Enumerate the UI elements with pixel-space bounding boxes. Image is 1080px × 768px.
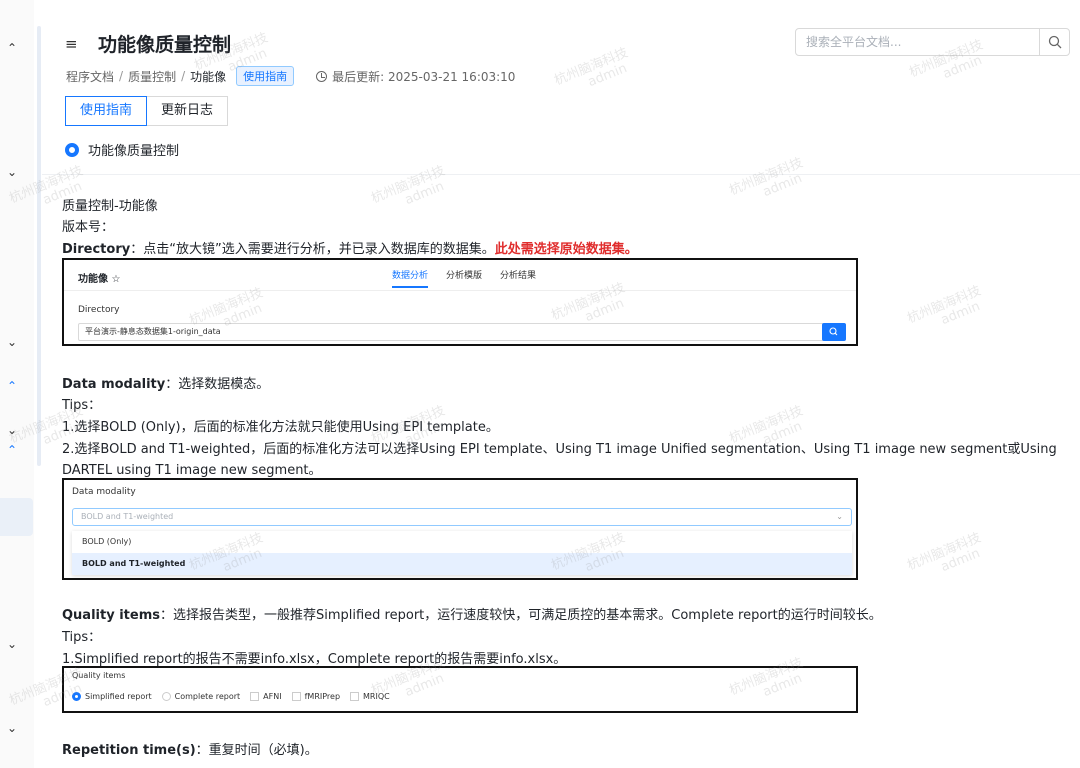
modality-screenshot: Data modality BOLD and T1-weighted ⌄ BOL… [62, 478, 858, 580]
shot-field-label: Directory [78, 305, 120, 315]
chevron-up-icon[interactable]: ⌃ [5, 380, 19, 392]
watermark: 杭州脑海科技 admin [369, 163, 448, 209]
last-updated-text: 最后更新: 2025-03-21 16:03:10 [332, 69, 516, 84]
shot-search-button [822, 323, 846, 341]
shot-title: 功能像 ☆ [78, 274, 121, 285]
modality-desc: ：选择数据模态。 [165, 377, 270, 392]
tab-changelog[interactable]: 更新日志 [147, 96, 229, 126]
doc-tabs: 使用指南 更新日志 [65, 96, 229, 126]
tip-line: 1.选择BOLD (Only)，后面的标准化方法就只能使用Using EPI t… [62, 420, 499, 435]
chevron-down-icon[interactable]: ⌄ [5, 638, 19, 650]
shot-dropdown: BOLD (Only) BOLD and T1-weighted [72, 531, 852, 575]
checkbox-icon [250, 692, 260, 701]
watermark: 杭州脑海科技 admin [905, 283, 984, 329]
shot-check-label: MRIQC [363, 692, 390, 701]
tips-label: Tips： [62, 398, 102, 413]
breadcrumb: 程序文档 / 质量控制 / 功能像 使用指南 最后更新: 2025-03-21 … [66, 66, 515, 86]
rail-selected-item[interactable] [0, 498, 33, 536]
repetition-term: Repetition time(s) [62, 743, 196, 758]
shot-option-selected: BOLD and T1-weighted [72, 553, 852, 575]
shot-tab-analysis: 数据分析 [392, 268, 429, 288]
radio-checked-icon [65, 142, 79, 157]
rail-scroll-track [37, 26, 41, 466]
tip-line: 1.Simplified report的报告不需要info.xlsx，Compl… [62, 652, 567, 667]
search-input[interactable] [796, 29, 1040, 55]
section-anchor[interactable]: 功能像质量控制 [65, 140, 179, 159]
chevron-up-icon[interactable]: ⌃ [5, 444, 19, 456]
shot-check-label: fMRIPrep [304, 692, 341, 701]
chevron-down-icon[interactable]: ⌄ [5, 336, 19, 348]
quality-screenshot: Quality items Simplified report Complete… [62, 666, 858, 713]
chevron-down-icon[interactable]: ⌄ [5, 424, 19, 436]
quality-term: Quality items [62, 608, 160, 623]
star-icon: ☆ [111, 274, 121, 285]
shot-field-label: Quality items [72, 671, 126, 680]
chevron-down-icon: ⌄ [836, 512, 843, 521]
tip-line: DARTEL using T1 image new segment。 [62, 463, 322, 478]
guide-badge: 使用指南 [236, 66, 295, 86]
search-icon [829, 327, 838, 336]
chevron-down-icon[interactable]: ⌄ [5, 166, 19, 178]
shot-tab-template: 分析模版 [446, 271, 483, 281]
modality-paragraph: Data modality：选择数据模态。 [62, 373, 269, 392]
page-title: 功能像质量控制 [98, 34, 232, 56]
watermark: 杭州脑海科技 admin [905, 530, 984, 576]
shot-check-label: AFNI [263, 692, 282, 701]
section-anchor-label: 功能像质量控制 [88, 144, 180, 159]
directory-warning: 此处需选择原始数据集。 [494, 242, 638, 257]
breadcrumb-current: 功能像 [190, 69, 227, 84]
directory-screenshot: 功能像 ☆ 数据分析 分析模版 分析结果 Directory 平台演示-静息态数… [62, 258, 858, 346]
repetition-paragraph: Repetition time(s)：重复时间（必填)。 [62, 739, 318, 758]
directory-desc: ：点击“放大镜”选入需要进行分析，并已录入数据库的数据集。 [130, 242, 495, 257]
tip-line: 2.选择BOLD and T1-weighted，后面的标准化方法可以选择Usi… [62, 442, 1057, 457]
watermark: 杭州脑海科技 admin [552, 45, 631, 91]
search-icon [1048, 35, 1061, 49]
shot-field-label: Data modality [72, 487, 136, 497]
breadcrumb-separator: / [181, 69, 186, 83]
radio-checked-icon [72, 692, 81, 701]
breadcrumb-item[interactable]: 质量控制 [128, 68, 176, 85]
shot-tab-results: 分析结果 [500, 271, 537, 281]
chevron-up-icon[interactable]: ⌃ [5, 42, 19, 54]
shot-select: BOLD and T1-weighted ⌄ [72, 508, 852, 526]
checkbox-icon [350, 692, 360, 701]
shot-tabs: 数据分析 分析模版 分析结果 [392, 268, 536, 288]
clock-icon [316, 70, 328, 82]
tips-label: Tips： [62, 630, 102, 645]
tab-guide[interactable]: 使用指南 [65, 96, 148, 126]
shot-divider [64, 290, 856, 291]
shot-radio-label: Simplified report [85, 692, 152, 701]
last-updated: 最后更新: 2025-03-21 16:03:10 [316, 68, 515, 85]
breadcrumb-item[interactable]: 程序文档 [66, 68, 114, 85]
watermark: 杭州脑海科技 admin [727, 155, 806, 201]
quality-paragraph: Quality items：选择报告类型，一般推荐Simplified repo… [62, 604, 882, 623]
repetition-desc: ：重复时间（必填)。 [195, 743, 318, 758]
divider [42, 174, 1080, 175]
search-button[interactable] [1039, 29, 1069, 55]
search-box[interactable] [795, 28, 1070, 56]
menu-fold-icon[interactable]: ≡ [65, 35, 78, 53]
quality-desc: ：选择报告类型，一般推荐Simplified report，运行速度较快，可满足… [159, 608, 882, 623]
shot-field-value: 平台演示-静息态数据集1-origin_data [78, 323, 824, 341]
shot-quality-options: Simplified report Complete report AFNI f… [72, 692, 390, 701]
shot-radio-label: Complete report [174, 692, 241, 701]
shot-option: BOLD (Only) [82, 537, 132, 546]
directory-term: Directory [62, 242, 131, 257]
radio-unchecked-icon [161, 692, 171, 701]
chevron-down-icon[interactable]: ⌄ [5, 722, 19, 734]
directory-paragraph: Directory：点击“放大镜”选入需要进行分析，并已录入数据库的数据集。此处… [62, 238, 638, 257]
modality-term: Data modality [62, 377, 166, 392]
checkbox-icon [291, 692, 301, 701]
doc-line: 质量控制-功能像 [62, 199, 158, 214]
doc-line: 版本号： [62, 220, 115, 235]
breadcrumb-separator: / [119, 69, 124, 83]
